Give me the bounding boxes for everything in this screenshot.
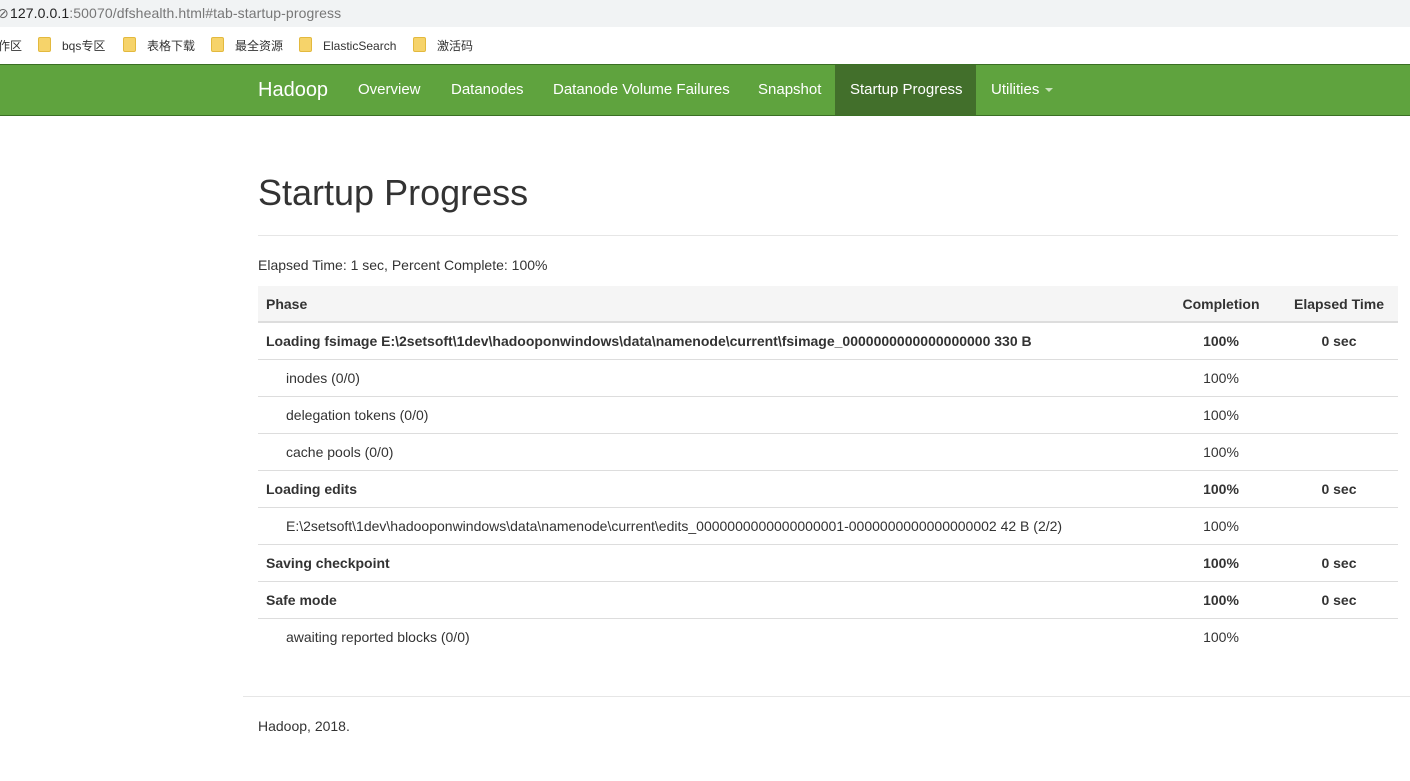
table-row: delegation tokens (0/0) 100% (258, 395, 1398, 433)
elapsed-summary: Elapsed Time: 1 sec, Percent Complete: 1… (258, 257, 548, 273)
bookmark-label: 最全资源 (235, 39, 284, 53)
cell-elapsed: 0 sec (1280, 580, 1398, 618)
cell-completion: 100% (1162, 469, 1280, 507)
cell-phase: awaiting reported blocks (0/0) (258, 617, 1162, 655)
bookmark-label: bqs专区 (62, 39, 106, 53)
cell-phase: delegation tokens (0/0) (258, 395, 1162, 433)
url-path: :50070/dfshealth.html#tab-startup-progre… (69, 5, 342, 21)
cell-completion: 100% (1162, 580, 1280, 618)
folder-icon (299, 37, 312, 52)
cell-completion: 100% (1162, 432, 1280, 470)
cell-elapsed (1280, 432, 1398, 470)
cell-phase: E:\2setsoft\1dev\hadooponwindows\data\na… (258, 506, 1162, 544)
nav-datanodes[interactable]: Datanodes (436, 65, 539, 115)
cell-phase: Saving checkpoint (258, 543, 1162, 581)
folder-icon (123, 37, 136, 52)
bookmark-label: 表格下载 (147, 39, 196, 53)
table-row: inodes (0/0) 100% (258, 358, 1398, 396)
bookmark-label: 作区 (0, 39, 23, 53)
footer-divider (243, 696, 1410, 697)
cell-phase: cache pools (0/0) (258, 432, 1162, 470)
folder-icon (38, 37, 51, 52)
brand-link[interactable]: Hadoop (258, 65, 328, 115)
url-host: 127.0.0.1 (10, 5, 70, 21)
bookmark-item[interactable]: 最全资源 (211, 37, 283, 55)
nav-overview[interactable]: Overview (343, 65, 436, 115)
bookmark-item[interactable]: ElasticSearch (299, 37, 396, 55)
cell-completion: 100% (1162, 358, 1280, 396)
bookmark-label: ElasticSearch (323, 39, 397, 53)
bookmark-item[interactable]: 表格下载 (123, 37, 195, 55)
address-bar[interactable]: ⊘ 127.0.0.1:50070/dfshealth.html#tab-sta… (0, 0, 1410, 27)
table-row: Safe mode 100% 0 sec (258, 580, 1398, 618)
table-row: E:\2setsoft\1dev\hadooponwindows\data\na… (258, 506, 1398, 544)
cell-elapsed (1280, 358, 1398, 396)
page-title: Startup Progress (258, 172, 529, 213)
cell-phase: Loading edits (258, 469, 1162, 507)
header-completion: Completion (1162, 286, 1280, 323)
cell-completion: 100% (1162, 543, 1280, 581)
cell-phase: Loading fsimage E:\2setsoft\1dev\hadoopo… (266, 332, 1032, 349)
table-row: Loading edits 100% 0 sec (258, 469, 1398, 507)
url-text[interactable]: 127.0.0.1:50070/dfshealth.html#tab-start… (10, 0, 341, 27)
cell-elapsed: 0 sec (1280, 543, 1398, 581)
cell-completion: 100% (1162, 395, 1280, 433)
bookmarks-bar: 作区 bqs专区 表格下载 最全资源 ElasticSearch 激活码 (0, 27, 1410, 64)
cell-elapsed (1280, 506, 1398, 544)
header-phase: Phase (258, 286, 1162, 323)
top-navbar: Hadoop Overview Datanodes Datanode Volum… (0, 64, 1410, 116)
bookmark-item[interactable]: bqs专区 (38, 37, 105, 55)
table-row: cache pools (0/0) 100% (258, 432, 1398, 470)
cell-elapsed (1280, 395, 1398, 433)
title-divider (258, 235, 1398, 236)
table-row: Saving checkpoint 100% 0 sec (258, 543, 1398, 581)
nav-snapshot[interactable]: Snapshot (743, 65, 836, 115)
table-row: awaiting reported blocks (0/0) 100% (258, 617, 1398, 655)
cell-elapsed: 0 sec (1280, 469, 1398, 507)
cell-completion: 100% (1203, 332, 1239, 349)
nav-datanode-volume-failures[interactable]: Datanode Volume Failures (538, 65, 745, 115)
bookmark-item[interactable]: 激活码 (413, 37, 473, 55)
footer-text: Hadoop, 2018. (258, 718, 350, 734)
nav-utilities-dropdown[interactable]: Utilities (976, 65, 1068, 115)
bookmark-label: 激活码 (437, 39, 474, 53)
startup-progress-table: Phase Completion Elapsed Time Loading fs… (258, 286, 1398, 655)
cell-completion: 100% (1162, 506, 1280, 544)
cell-completion: 100% (1162, 617, 1280, 655)
nav-startup-progress[interactable]: Startup Progress (835, 65, 976, 115)
caret-down-icon (1045, 88, 1054, 92)
bookmark-item[interactable]: 作区 (0, 37, 22, 55)
cell-phase: Safe mode (258, 580, 1162, 618)
cell-elapsed: 0 sec (1321, 332, 1357, 349)
table-header-row: Phase Completion Elapsed Time (258, 286, 1398, 323)
folder-icon (211, 37, 224, 52)
site-info-icon[interactable]: ⊘ (0, 0, 9, 27)
cell-elapsed (1280, 617, 1398, 655)
header-elapsed-time: Elapsed Time (1280, 286, 1398, 323)
folder-icon (413, 37, 426, 52)
table-row: Loading fsimage E:\2setsoft\1dev\hadoopo… (258, 322, 1398, 359)
nav-utilities-label: Utilities (991, 81, 1040, 98)
cell-phase: inodes (0/0) (258, 358, 1162, 396)
